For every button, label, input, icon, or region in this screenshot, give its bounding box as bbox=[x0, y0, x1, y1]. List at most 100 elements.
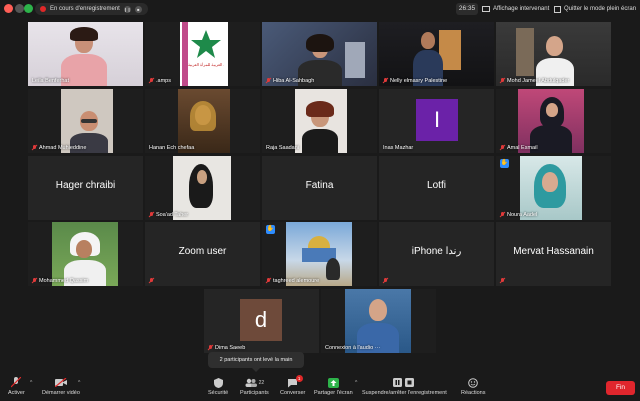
muted-mic-icon bbox=[266, 78, 271, 84]
participant-name bbox=[149, 278, 154, 284]
video-options-chevron-icon[interactable]: ^ bbox=[78, 380, 80, 386]
recording-dot-icon bbox=[40, 6, 46, 12]
participant-tile[interactable]: Nelly elmasry Palestine bbox=[379, 22, 494, 86]
encryption-shield-icon[interactable] bbox=[24, 4, 33, 13]
muted-mic-icon bbox=[383, 78, 388, 84]
participant-name: Inas Mazhar bbox=[383, 145, 414, 151]
participants-label: Participants bbox=[240, 390, 269, 396]
participant-tile[interactable]: Hanan Ech chefaa bbox=[145, 89, 260, 153]
participant-tile[interactable]: ✋ Noura Aadel bbox=[496, 156, 611, 220]
participant-tile[interactable]: Hager chraibi bbox=[28, 156, 143, 220]
muted-mic-icon bbox=[500, 278, 505, 284]
speaker-view-label: Affichage intervenant bbox=[493, 6, 550, 12]
participant-tile[interactable]: Mohd Jameel Abdulqader bbox=[496, 22, 611, 86]
participant-tile[interactable]: Soa'ad Taher bbox=[145, 156, 260, 220]
start-video-label: Démarrer vidéo bbox=[42, 390, 80, 396]
participant-name: taghreed alemoure bbox=[266, 278, 319, 284]
recording-controls-label: Suspendre/arrêter l'enregistrement bbox=[362, 390, 447, 396]
participants-icon: 22 bbox=[243, 377, 265, 388]
muted-mic-icon bbox=[32, 145, 37, 151]
grid-view-icon bbox=[482, 6, 490, 12]
participant-tile[interactable]: Zoom user bbox=[145, 222, 260, 286]
muted-mic-icon bbox=[149, 78, 154, 84]
participant-name: Hiba Al-Sahbagh bbox=[266, 78, 314, 84]
exit-fullscreen-button[interactable]: Quitter le mode plein écran bbox=[554, 3, 636, 15]
end-meeting-button[interactable]: Fin bbox=[606, 381, 635, 395]
participant-name bbox=[500, 278, 505, 284]
stop-recording-icon[interactable]: ■ bbox=[134, 5, 142, 13]
pause-recording-icon[interactable]: ❙❙ bbox=[123, 5, 131, 13]
participant-name: Mohammed Qassim bbox=[32, 278, 88, 284]
participant-display-name: iPhone رندا bbox=[411, 246, 462, 257]
participants-count: 22 bbox=[258, 379, 265, 386]
participant-tile[interactable]: d Dima Saeeb bbox=[204, 289, 319, 353]
participant-tile[interactable]: Fatina bbox=[262, 156, 377, 220]
meeting-timer: 26:35 bbox=[456, 3, 478, 15]
unmute-button[interactable]: Activer bbox=[8, 377, 25, 396]
unmute-label: Activer bbox=[8, 390, 25, 396]
participant-name: Leila Benferhat bbox=[32, 78, 69, 84]
participant-avatar: d bbox=[240, 299, 282, 341]
participant-tile[interactable]: Hiba Al-Sahbagh bbox=[262, 22, 377, 86]
participant-tile[interactable]: Lotfi bbox=[379, 156, 494, 220]
exit-fullscreen-label: Quitter le mode plein écran bbox=[564, 6, 637, 12]
muted-mic-icon bbox=[500, 78, 505, 84]
speaker-view-button[interactable]: Affichage intervenant bbox=[482, 3, 549, 15]
participant-tile[interactable]: Amal Esmail bbox=[496, 89, 611, 153]
shield-icon bbox=[212, 377, 224, 388]
chat-label: Converser bbox=[280, 390, 306, 396]
share-screen-icon bbox=[327, 377, 339, 388]
participant-tile[interactable]: I Inas Mazhar bbox=[379, 89, 494, 153]
recording-indicator: En cours d'enregistrement ❙❙ ■ bbox=[35, 3, 148, 15]
participant-name: Dima Saeeb bbox=[208, 345, 245, 351]
participant-tile[interactable]: Mervat Hassanain bbox=[496, 222, 611, 286]
participant-display-name: Mervat Hassanain bbox=[513, 246, 594, 257]
muted-mic-icon bbox=[149, 212, 154, 218]
muted-mic-icon bbox=[266, 278, 271, 284]
participant-display-name: Zoom user bbox=[178, 246, 227, 257]
participant-display-name: Hager chraibi bbox=[55, 180, 116, 191]
participant-display-name: Lotfi bbox=[427, 180, 446, 191]
participant-tile[interactable]: iPhone رندا bbox=[379, 222, 494, 286]
share-screen-label: Partager l'écran bbox=[314, 390, 353, 396]
microphone-muted-icon bbox=[10, 377, 22, 388]
close-window-icon[interactable] bbox=[4, 4, 13, 13]
chat-bubble-icon: 1 bbox=[287, 375, 303, 388]
camera-off-icon bbox=[54, 377, 67, 388]
raised-hand-icon: ✋ bbox=[266, 225, 275, 234]
chat-badge: 1 bbox=[295, 375, 303, 382]
share-screen-button[interactable]: Partager l'écran bbox=[314, 377, 353, 396]
participant-name: Noura Aadel bbox=[500, 212, 537, 218]
muted-mic-icon bbox=[500, 212, 505, 218]
participant-tile[interactable]: Connexion à l'audio ··· bbox=[321, 289, 436, 353]
reactions-button[interactable]: Réactions bbox=[461, 377, 485, 396]
chat-button[interactable]: 1 Converser bbox=[280, 375, 306, 396]
participant-name: Mohd Jameel Abdulqader bbox=[500, 78, 569, 84]
fullscreen-icon bbox=[554, 5, 561, 13]
raised-hand-icon: ✋ bbox=[500, 159, 509, 168]
muted-mic-icon bbox=[383, 278, 388, 284]
minimize-window-icon[interactable] bbox=[15, 4, 24, 13]
participant-tile[interactable]: الجمعية العربية للمرأة العربية .amps bbox=[145, 22, 260, 86]
participant-tile[interactable]: ✋ taghreed alemoure bbox=[262, 222, 377, 286]
logo-text: الجمعية العربية للمرأة العربية bbox=[188, 62, 224, 67]
participant-tile[interactable]: Raja Saadani bbox=[262, 89, 377, 153]
audio-options-chevron-icon[interactable]: ^ bbox=[30, 380, 32, 386]
start-video-button[interactable]: Démarrer vidéo bbox=[42, 377, 80, 396]
security-button[interactable]: Sécurité bbox=[208, 377, 228, 396]
participant-name: Ahmad Muhieddine bbox=[32, 145, 86, 151]
security-label: Sécurité bbox=[208, 390, 229, 396]
association-logo-icon bbox=[191, 30, 221, 58]
recording-label: En cours d'enregistrement bbox=[50, 6, 120, 12]
recording-controls-button[interactable]: Suspendre/arrêter l'enregistrement bbox=[362, 377, 447, 396]
meeting-toolbar: Activer ^ Démarrer vidéo ^ Sécurité 22 P… bbox=[0, 374, 640, 401]
participant-name: Hanan Ech chefaa bbox=[149, 145, 195, 151]
share-options-chevron-icon[interactable]: ^ bbox=[355, 380, 357, 386]
participant-tile[interactable]: Ahmad Muhieddine bbox=[28, 89, 143, 153]
participant-name bbox=[383, 278, 388, 284]
participant-tile[interactable]: Mohammed Qassim bbox=[28, 222, 143, 286]
muted-mic-icon bbox=[32, 278, 37, 284]
participant-name: Amal Esmail bbox=[500, 145, 538, 151]
participant-tile[interactable]: Leila Benferhat bbox=[28, 22, 143, 86]
participants-button[interactable]: 22 Participants bbox=[240, 377, 269, 396]
